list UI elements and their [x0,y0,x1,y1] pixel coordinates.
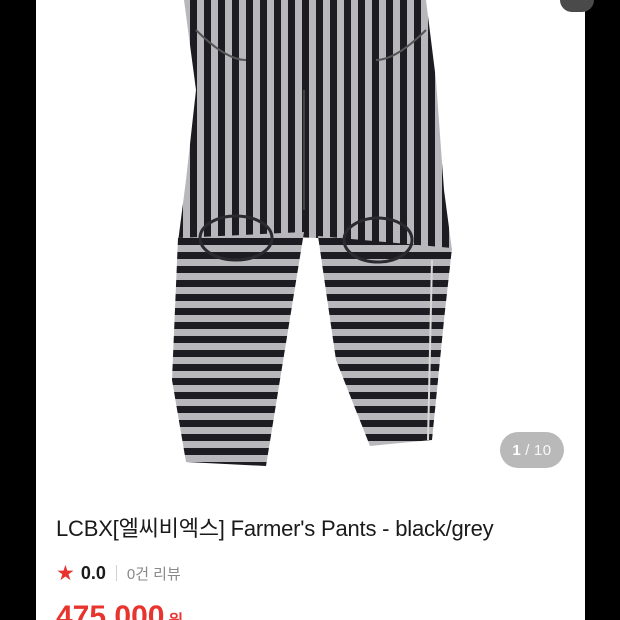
rating-divider [115,565,117,581]
product-image [172,0,452,466]
price-value: 475,000 [56,600,165,620]
product-price: 475,000원 [56,600,183,620]
price-unit: 원 [168,613,183,620]
rating-row[interactable]: ★ 0.0 0건 리뷰 [56,561,181,585]
image-page-indicator: 1 / 10 [500,432,564,468]
current-image-index: 1 [512,441,522,459]
total-image-count: 10 [533,441,552,459]
product-image-gallery[interactable]: 1 / 10 [36,0,585,486]
app-screen: 1 / 10 LCBX[엘씨비엑스] Farmer's Pants - blac… [36,0,585,620]
top-right-overlay-button[interactable] [560,0,594,12]
rating-value: 0.0 [80,562,106,583]
review-count-link[interactable]: 0건 리뷰 [127,563,181,584]
star-icon: ★ [56,561,75,585]
image-index-separator: / [525,441,530,459]
product-title: LCBX[엘씨비엑스] Farmer's Pants - black/grey [56,516,494,541]
